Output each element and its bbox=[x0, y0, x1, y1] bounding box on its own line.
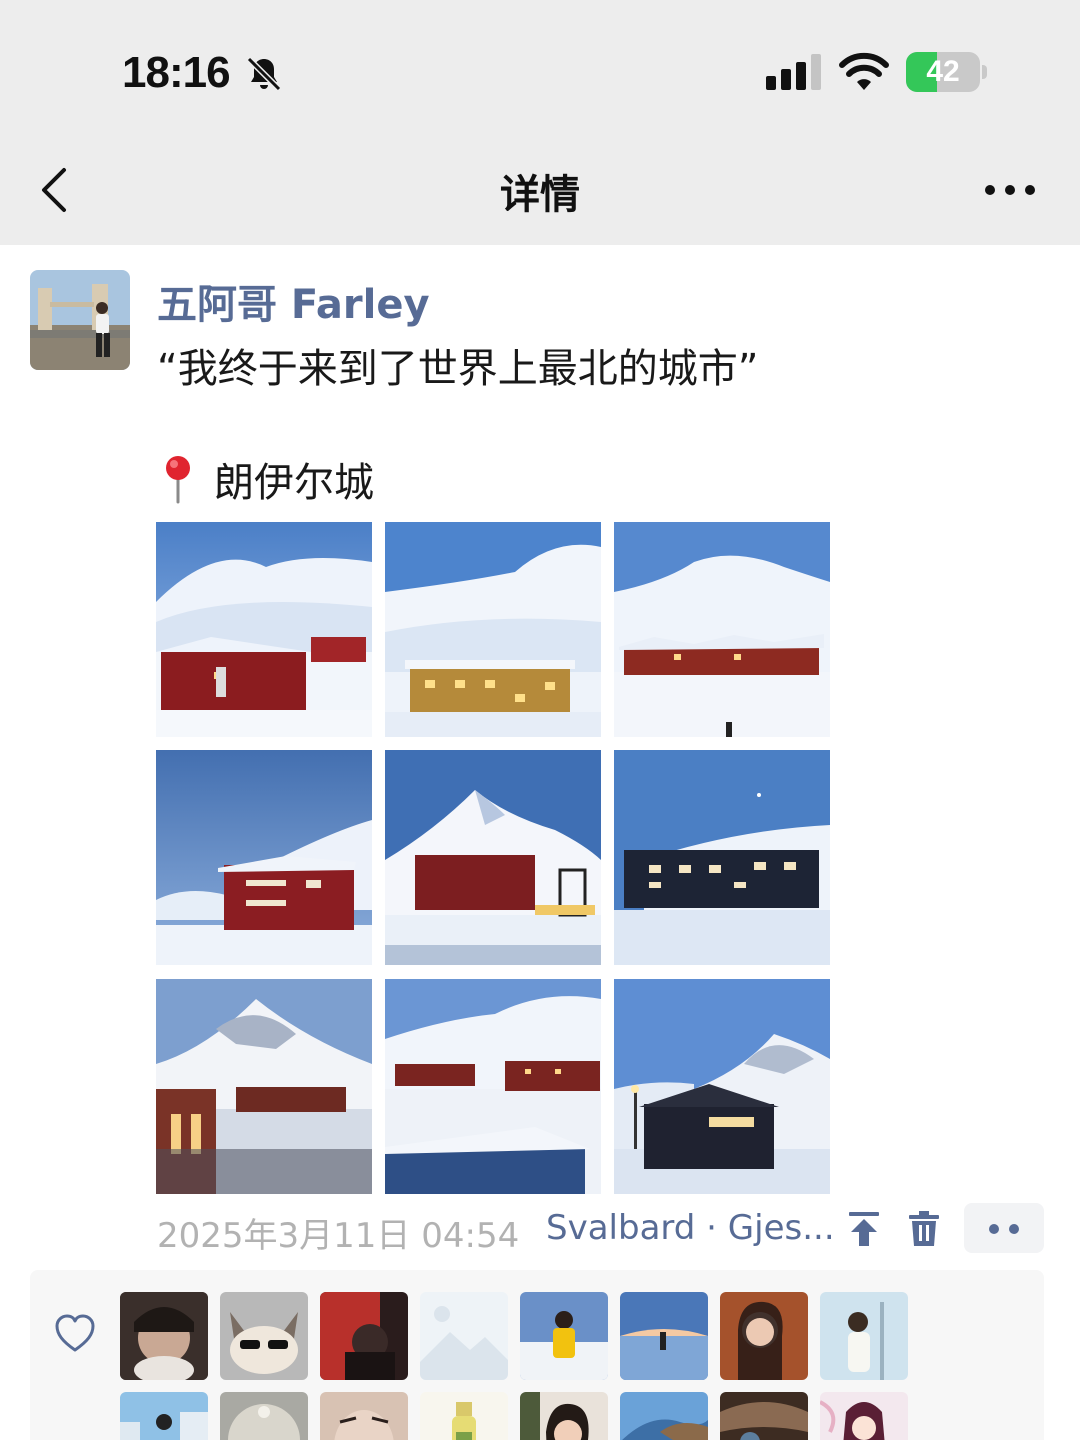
photo-1[interactable] bbox=[156, 522, 372, 737]
post-location-line: 朗伊尔城 bbox=[160, 450, 374, 508]
photo-9[interactable] bbox=[614, 979, 830, 1194]
like-avatar-1[interactable] bbox=[120, 1292, 208, 1380]
pin-icon bbox=[166, 456, 190, 504]
like-avatar-10[interactable] bbox=[220, 1392, 308, 1440]
post-text: “我终于来到了世界上最北的城市” bbox=[157, 346, 759, 392]
bell-muted-icon bbox=[246, 56, 282, 92]
like-avatar-15[interactable] bbox=[720, 1392, 808, 1440]
photo-6[interactable] bbox=[614, 750, 830, 965]
pin-to-top-icon[interactable] bbox=[846, 1210, 882, 1248]
more-options-icon[interactable] bbox=[964, 1203, 1044, 1253]
like-avatar-16[interactable] bbox=[820, 1392, 908, 1440]
like-avatar-6[interactable] bbox=[620, 1292, 708, 1380]
cellular-signal-icon bbox=[766, 54, 821, 90]
like-avatar-8[interactable] bbox=[820, 1292, 908, 1380]
like-avatar-14[interactable] bbox=[620, 1392, 708, 1440]
like-avatar-13[interactable] bbox=[520, 1392, 608, 1440]
photo-2[interactable] bbox=[385, 522, 601, 737]
like-avatar-4[interactable] bbox=[420, 1292, 508, 1380]
photo-5[interactable] bbox=[385, 750, 601, 965]
like-avatar-11[interactable] bbox=[320, 1392, 408, 1440]
like-avatar-12[interactable] bbox=[420, 1392, 508, 1440]
photo-8[interactable] bbox=[385, 979, 601, 1194]
photo-grid bbox=[156, 522, 830, 1194]
wifi-icon bbox=[839, 52, 889, 90]
top-bar: 18:16 42 详情 bbox=[0, 0, 1080, 245]
avatar[interactable] bbox=[30, 270, 130, 370]
like-avatar-9[interactable] bbox=[120, 1392, 208, 1440]
battery-charging-icon: 42 bbox=[906, 52, 987, 92]
photo-7[interactable] bbox=[156, 979, 372, 1194]
ellipsis-icon[interactable] bbox=[984, 184, 1036, 196]
status-time: 18:16 bbox=[122, 48, 231, 97]
likes-panel bbox=[30, 1270, 1044, 1440]
like-avatar-3[interactable] bbox=[320, 1292, 408, 1380]
page-title: 详情 bbox=[500, 172, 580, 218]
like-avatar-2[interactable] bbox=[220, 1292, 308, 1380]
author-name[interactable]: 五阿哥 Farley bbox=[157, 272, 430, 330]
heart-icon bbox=[55, 1314, 95, 1352]
like-avatar-5[interactable] bbox=[520, 1292, 608, 1380]
photo-4[interactable] bbox=[156, 750, 372, 965]
photo-3[interactable] bbox=[614, 522, 830, 737]
post-timestamp: 2025年3月11日 04:54 bbox=[157, 1216, 520, 1256]
post-place[interactable]: Svalbard · Gjes... bbox=[546, 1208, 835, 1248]
trash-icon[interactable] bbox=[906, 1210, 942, 1248]
like-avatar-7[interactable] bbox=[720, 1292, 808, 1380]
battery-percent: 42 bbox=[926, 55, 960, 88]
location-text: 朗伊尔城 bbox=[214, 460, 374, 506]
